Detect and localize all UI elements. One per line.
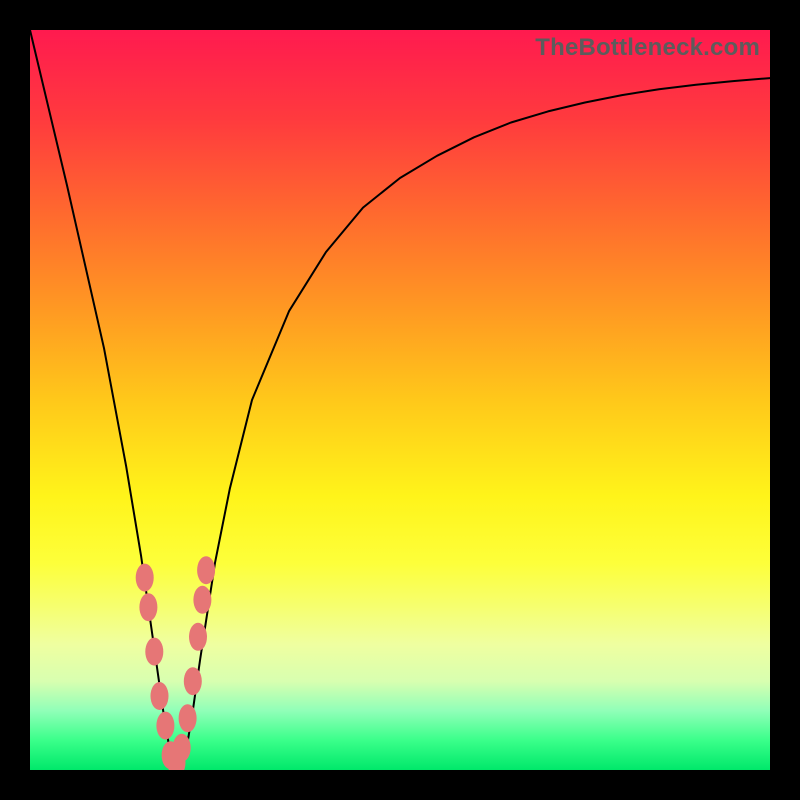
chart-frame: TheBottleneck.com	[0, 0, 800, 800]
valley-marker	[145, 638, 163, 666]
valley-marker	[151, 682, 169, 710]
chart-svg	[30, 30, 770, 770]
valley-marker	[139, 593, 157, 621]
plot-area: TheBottleneck.com	[30, 30, 770, 770]
valley-marker	[136, 564, 154, 592]
valley-marker	[184, 667, 202, 695]
valley-marker	[189, 623, 207, 651]
valley-marker	[197, 556, 215, 584]
valley-markers	[136, 556, 215, 770]
valley-marker	[173, 734, 191, 762]
bottleneck-curve	[30, 30, 770, 770]
valley-marker	[179, 704, 197, 732]
valley-marker	[156, 712, 174, 740]
valley-marker	[193, 586, 211, 614]
